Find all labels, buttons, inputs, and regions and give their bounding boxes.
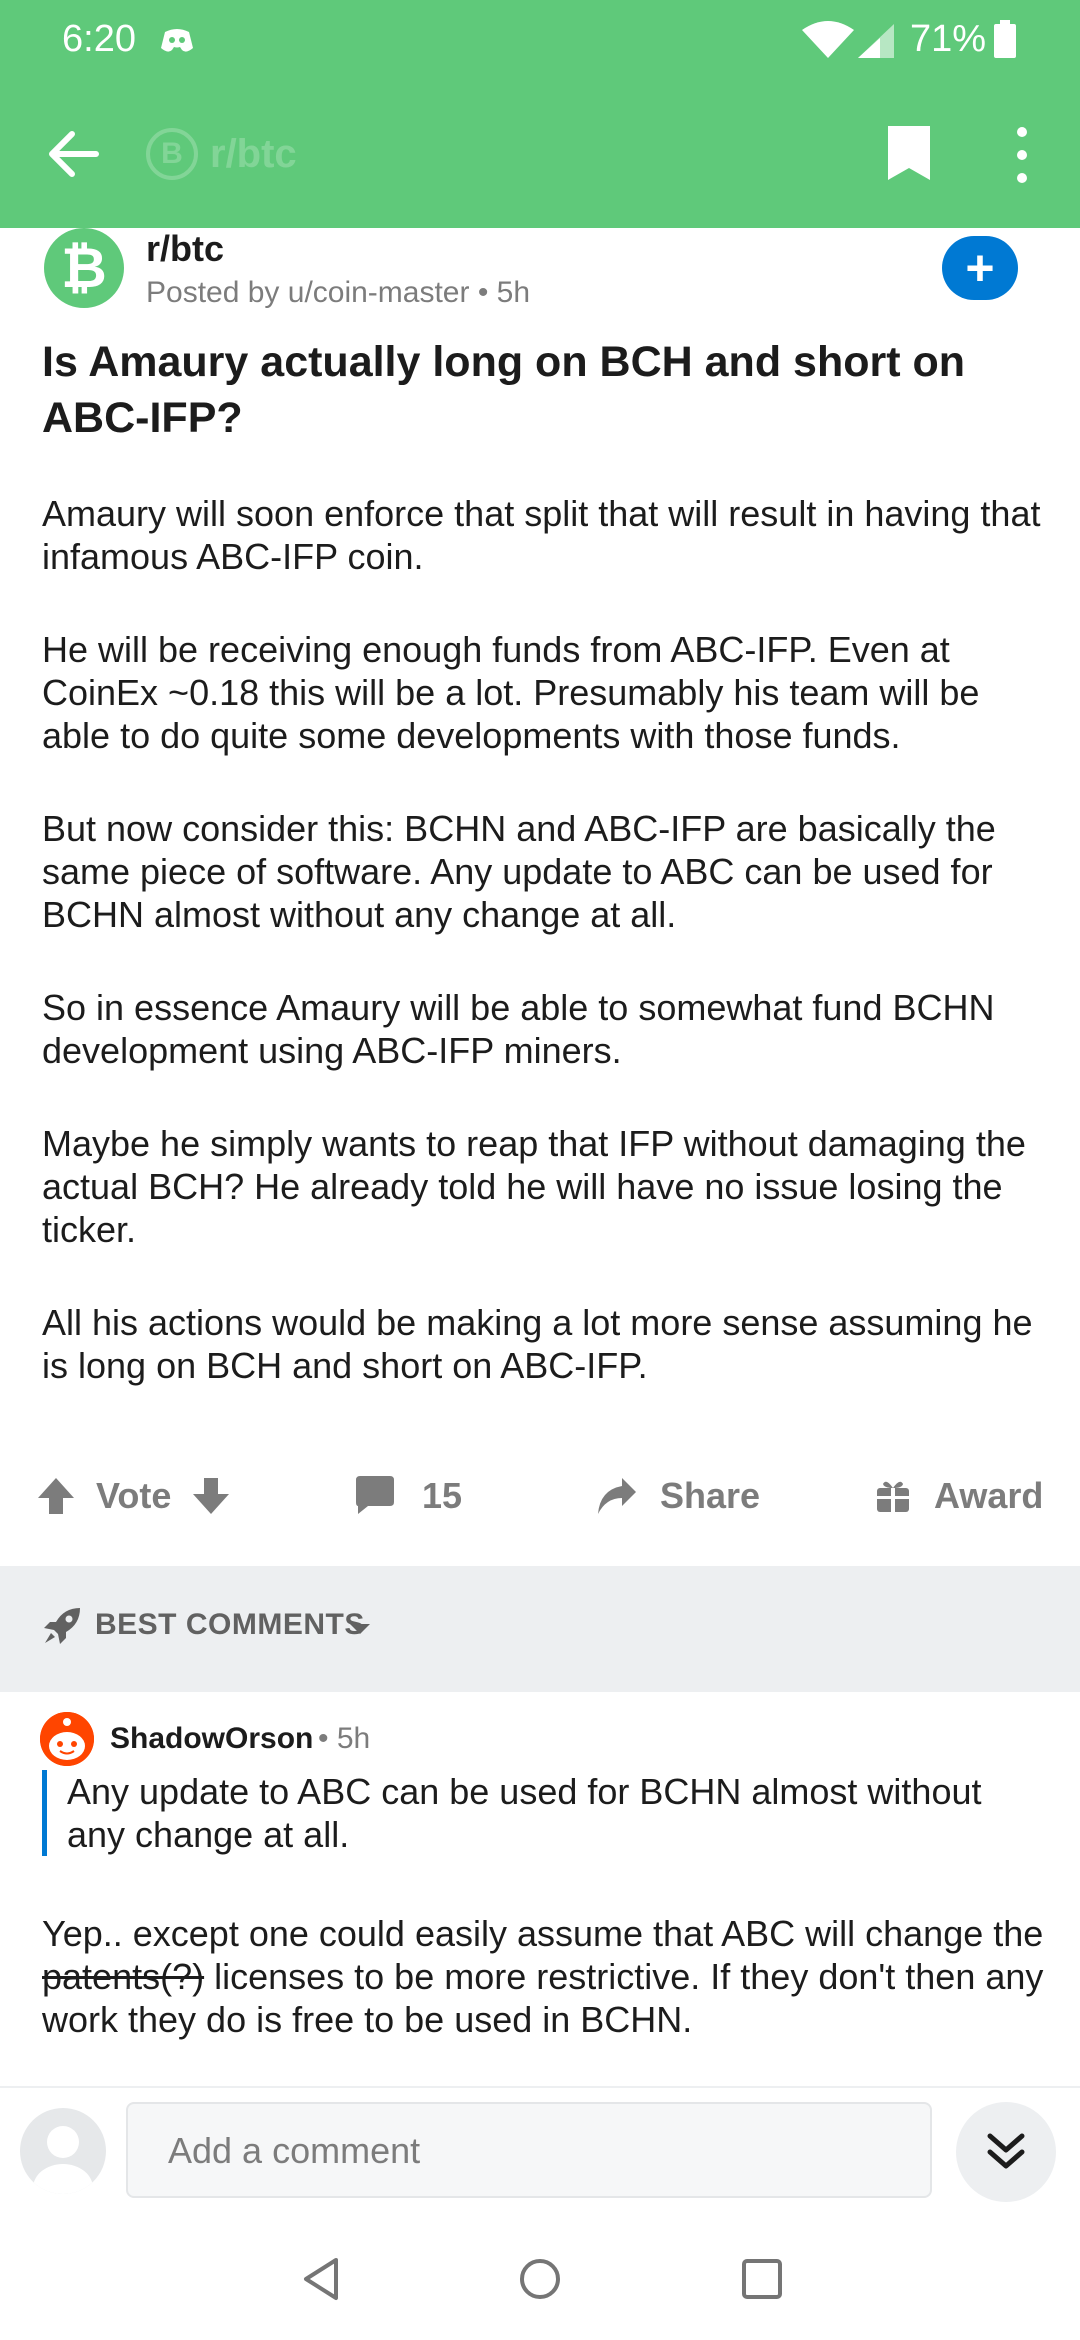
post-meta[interactable]: Posted by u/coin-master • 5h bbox=[146, 276, 530, 310]
plus-icon: + bbox=[965, 240, 995, 296]
add-comment-placeholder: Add a comment bbox=[168, 2130, 421, 2171]
comments-button[interactable]: 15 bbox=[354, 1456, 462, 1536]
battery-percent: 71% bbox=[910, 18, 987, 60]
join-button[interactable]: + bbox=[942, 236, 1018, 300]
post-paragraph: But now consider this: BCHN and ABC-IFP … bbox=[42, 808, 996, 935]
chevron-down-icon bbox=[350, 1624, 370, 1634]
battery-icon bbox=[994, 20, 1016, 58]
post-actions: Vote 15 Share Award bbox=[0, 1456, 1080, 1536]
user-avatar-icon bbox=[33, 2126, 93, 2194]
post-title: Is Amaury actually long on BCH and short… bbox=[42, 338, 966, 442]
share-label: Share bbox=[660, 1475, 761, 1516]
comment-body: Yep.. except one could easily assume tha… bbox=[42, 1912, 1052, 2041]
comment-count: 15 bbox=[422, 1475, 463, 1516]
gift-icon bbox=[877, 1481, 909, 1512]
upvote-icon[interactable] bbox=[36, 1476, 76, 1516]
next-comment-button[interactable] bbox=[956, 2102, 1056, 2202]
comment-text-before: Yep.. except one could easily assume tha… bbox=[42, 1913, 1044, 1954]
discord-icon bbox=[161, 29, 193, 52]
appbar-subreddit-title: B r/btc bbox=[146, 124, 297, 184]
comment-time: • 5h bbox=[318, 1722, 371, 1755]
nav-recents-icon[interactable] bbox=[740, 2256, 784, 2302]
comment-text-struck: patents(?) bbox=[42, 1956, 205, 1997]
comment-icon bbox=[356, 1476, 394, 1514]
status-bar: 6:20 71% bbox=[0, 0, 1080, 80]
downvote-icon[interactable] bbox=[191, 1476, 231, 1516]
more-options-icon[interactable] bbox=[1006, 124, 1038, 186]
post-paragraph: He will be receiving enough funds from A… bbox=[42, 629, 980, 756]
share-icon bbox=[598, 1478, 636, 1514]
nav-back-icon[interactable] bbox=[300, 2256, 342, 2302]
double-chevron-down-icon bbox=[987, 2133, 1025, 2169]
commenter-avatar[interactable] bbox=[40, 1712, 94, 1766]
rocket-icon bbox=[44, 1608, 80, 1644]
post-paragraph: Maybe he simply wants to reap that IFP w… bbox=[42, 1123, 1026, 1250]
subreddit-name[interactable]: r/btc bbox=[146, 228, 224, 270]
post-paragraph: Amaury will soon enforce that split that… bbox=[42, 493, 1041, 577]
divider bbox=[0, 2086, 1080, 2088]
award-button[interactable]: Award bbox=[876, 1456, 1043, 1536]
post-body: Amaury will soon enforce that split that… bbox=[42, 492, 1052, 1437]
appbar-subreddit-name: r/btc bbox=[210, 131, 297, 176]
bitcoin-ghost-icon: B bbox=[146, 128, 198, 180]
sort-label: BEST COMMENTS bbox=[95, 1608, 365, 1641]
comment-quote: Any update to ABC can be used for BCHN a… bbox=[42, 1770, 1047, 1856]
award-label: Award bbox=[934, 1475, 1044, 1516]
vote-label: Vote bbox=[96, 1475, 172, 1516]
top-bar: 6:20 71% B r/btc bbox=[0, 0, 1080, 228]
share-button[interactable]: Share bbox=[596, 1456, 760, 1536]
bookmark-icon[interactable] bbox=[886, 124, 932, 182]
status-time: 6:20 bbox=[62, 18, 136, 60]
user-avatar[interactable] bbox=[20, 2108, 106, 2194]
post-header: ₿ r/btc Posted by u/coin-master • 5h + bbox=[0, 228, 1080, 328]
comment-sort-bar[interactable]: BEST COMMENTS bbox=[0, 1566, 1080, 1692]
add-comment-input[interactable]: Add a comment bbox=[126, 2102, 932, 2198]
system-nav-bar bbox=[0, 2220, 1080, 2340]
app-bar: B r/btc bbox=[0, 80, 1080, 228]
back-arrow-icon[interactable] bbox=[44, 124, 100, 184]
bitcoin-icon: ₿ bbox=[61, 236, 107, 301]
snoo-avatar-icon bbox=[40, 1712, 94, 1766]
vote-group: Vote bbox=[36, 1456, 231, 1536]
comment-username[interactable]: ShadowOrson bbox=[110, 1722, 313, 1756]
wifi-icon bbox=[802, 21, 854, 58]
subreddit-avatar[interactable]: ₿ bbox=[44, 228, 124, 308]
nav-home-icon[interactable] bbox=[518, 2256, 562, 2302]
cell-signal-icon bbox=[858, 24, 894, 58]
post-paragraph: All his actions would be making a lot mo… bbox=[42, 1302, 1033, 1386]
post-paragraph: So in essence Amaury will be able to som… bbox=[42, 987, 995, 1071]
